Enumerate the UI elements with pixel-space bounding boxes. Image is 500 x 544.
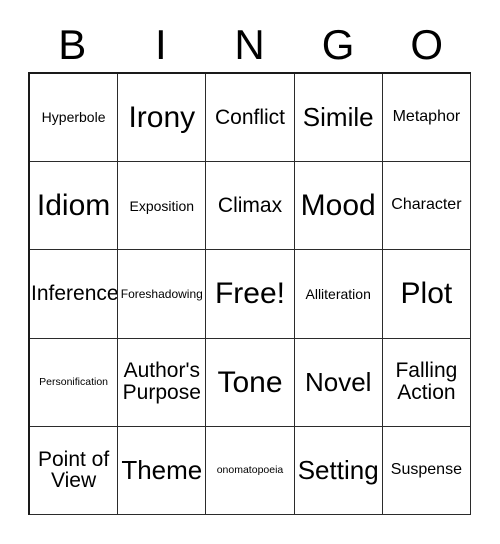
bingo-cell-label: Irony: [128, 101, 196, 134]
header-letter-n: N: [234, 21, 265, 68]
bingo-cell[interactable]: Free!: [206, 250, 295, 339]
bingo-cell[interactable]: Alliteration: [294, 250, 383, 339]
bingo-cell-label: Inference: [31, 282, 119, 306]
bingo-cell[interactable]: Exposition: [118, 162, 207, 251]
bingo-cell[interactable]: Mood: [294, 162, 383, 251]
header-letter-b: B: [58, 21, 87, 68]
bingo-cell[interactable]: Metaphor: [382, 74, 471, 163]
bingo-cell[interactable]: Personification: [30, 338, 119, 427]
bingo-cell[interactable]: Hyperbole: [30, 74, 119, 163]
bingo-cell-label: Falling Action: [395, 359, 458, 405]
bingo-cell-label: Free!: [214, 277, 285, 311]
bingo-card: B I N G O Hyperbole Irony Conflict Simile Me…: [28, 18, 471, 515]
bingo-cell[interactable]: Foreshadowing: [118, 250, 207, 339]
bingo-cell[interactable]: Theme: [118, 426, 207, 515]
bingo-cell-label: Hyperbole: [41, 109, 106, 126]
bingo-cell-label: Metaphor: [392, 108, 461, 126]
bingo-cell[interactable]: Climax: [206, 162, 295, 251]
header-letter-g: G: [321, 21, 355, 68]
bingo-cell-label: Conflict: [214, 105, 285, 129]
bingo-cell-label: Personification: [39, 375, 109, 388]
bingo-cell-label: Point of View: [37, 447, 110, 493]
bingo-cell-label: Foreshadowing: [120, 286, 203, 301]
bingo-cell[interactable]: Irony: [118, 74, 207, 163]
bingo-cell-label: Theme: [121, 454, 203, 485]
bingo-cell[interactable]: Plot: [382, 250, 471, 339]
bingo-cell-label: Simile: [302, 102, 374, 133]
bingo-cell[interactable]: onomatopoeia: [206, 426, 295, 515]
bingo-cell[interactable]: Point of View: [30, 426, 119, 515]
bingo-cell-label: onomatopoeia: [216, 463, 284, 476]
bingo-cell-label: Suspense: [390, 461, 462, 479]
bingo-cell-label: Tone: [217, 365, 283, 399]
bingo-grid: Hyperbole Irony Conflict Simile Metaphor Idio…: [28, 72, 471, 515]
bingo-cell[interactable]: Author's Purpose: [118, 338, 207, 427]
bingo-cell[interactable]: Setting: [294, 426, 383, 515]
bingo-cell[interactable]: Novel: [294, 338, 383, 427]
header-letter-o: O: [410, 21, 444, 68]
bingo-cell-label: Setting: [297, 454, 379, 485]
bingo-cell[interactable]: Suspense: [382, 426, 471, 515]
bingo-cell[interactable]: Conflict: [206, 74, 295, 163]
bingo-cell[interactable]: Character: [382, 162, 471, 251]
bingo-cell-label: Alliteration: [305, 285, 371, 302]
header-letter-i: I: [155, 21, 167, 68]
bingo-cell[interactable]: Falling Action: [382, 338, 471, 427]
bingo-cell-label: Exposition: [129, 197, 195, 214]
bingo-header-row: B I N G O: [28, 18, 471, 72]
bingo-cell-label: Plot: [400, 277, 453, 311]
bingo-cell-label: Idiom: [36, 189, 111, 223]
bingo-cell-label: Novel: [304, 366, 372, 397]
bingo-cell-label: Mood: [300, 189, 376, 223]
bingo-cell-label: Climax: [217, 193, 283, 217]
bingo-cell[interactable]: Idiom: [30, 162, 119, 251]
bingo-cell-label: Character: [391, 196, 462, 214]
bingo-cell[interactable]: Inference: [30, 250, 119, 339]
bingo-cell[interactable]: Tone: [206, 338, 295, 427]
bingo-cell-label: Author's Purpose: [122, 359, 201, 405]
bingo-cell[interactable]: Simile: [294, 74, 383, 163]
